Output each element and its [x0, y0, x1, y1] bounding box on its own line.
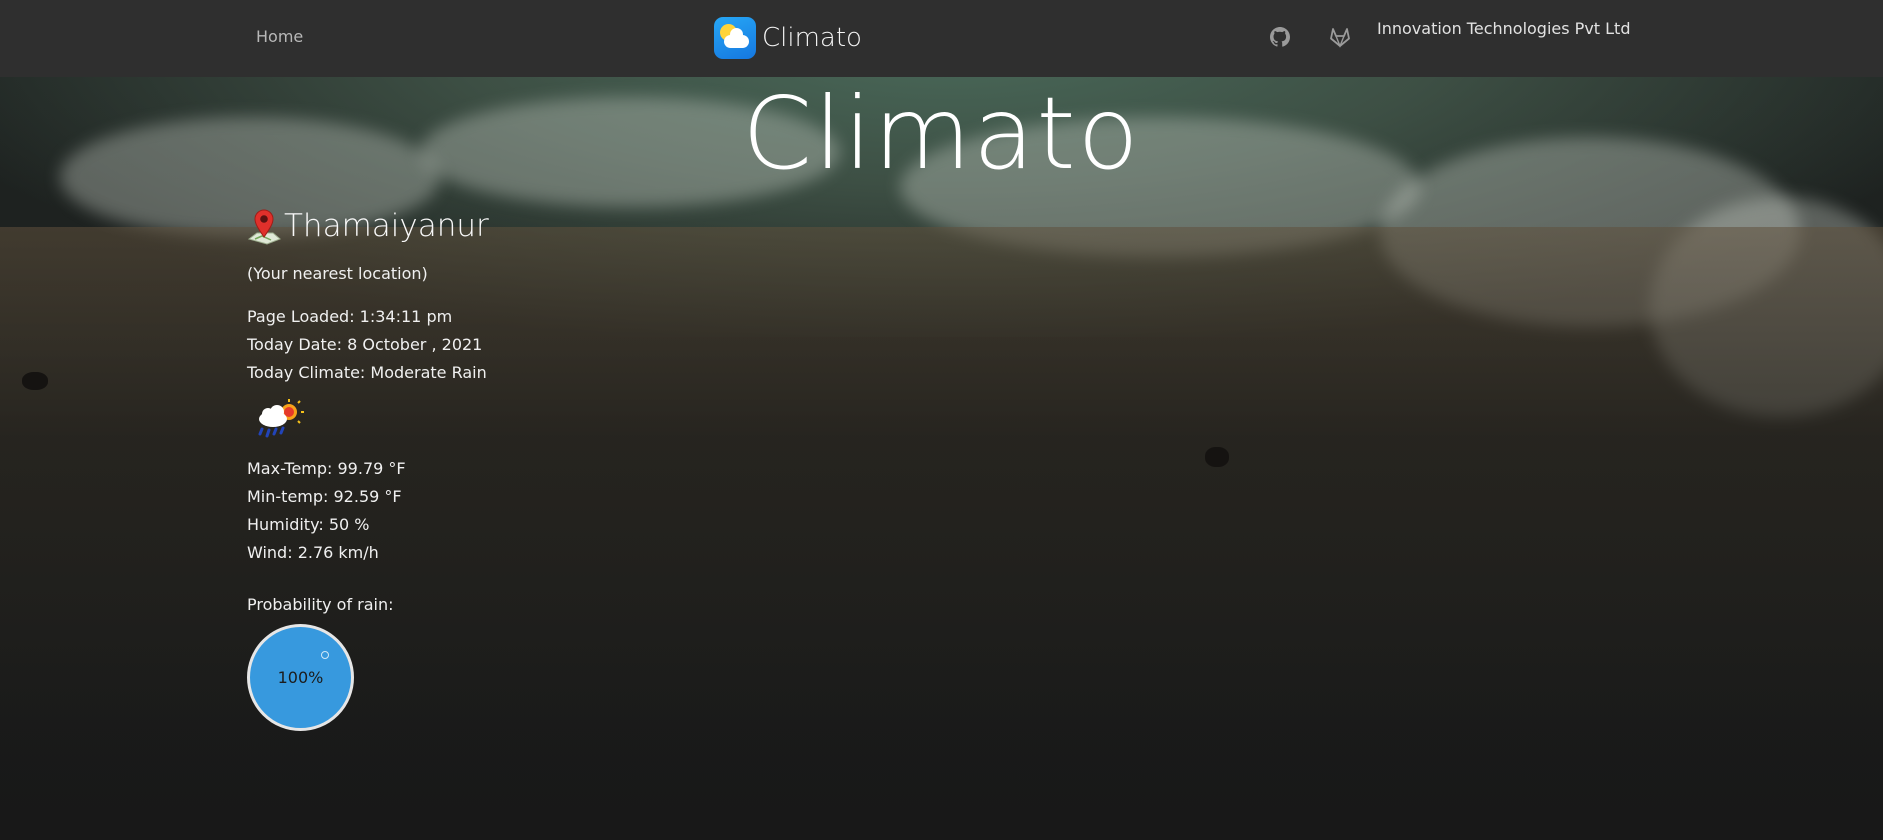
max-temp: Max-Temp: 99.79 °F: [247, 459, 406, 478]
climato-logo-icon: [714, 17, 756, 59]
weather-panel: Thamaiyanur (Your nearest location) Page…: [247, 206, 489, 731]
hero-title: Climato: [742, 75, 1141, 192]
brand-link[interactable]: Climato: [714, 17, 862, 59]
page-loaded-time: Page Loaded: 1:34:11 pm: [247, 307, 453, 326]
gitlab-icon[interactable]: [1328, 25, 1352, 49]
location-note: (Your nearest location): [247, 264, 428, 283]
map-pin-icon: [247, 209, 281, 245]
humidity: Humidity: 50 %: [247, 515, 370, 534]
today-climate: Today Climate: Moderate Rain: [247, 363, 487, 382]
wind-speed: Wind: 2.76 km/h: [247, 543, 379, 562]
rain-probability-value: 100%: [277, 668, 324, 687]
brand-title: Climato: [762, 23, 862, 53]
rain-probability-label: Probability of rain:: [247, 595, 394, 614]
min-temp: Min-temp: 92.59 °F: [247, 487, 402, 506]
github-icon[interactable]: [1268, 25, 1292, 49]
location-name: Thamaiyanur: [284, 208, 489, 244]
rain-probability-gauge: 100%: [247, 624, 354, 731]
company-name: Innovation Technologies Pvt Ltd: [1377, 19, 1631, 38]
rain-sun-cloud-icon: [258, 399, 304, 438]
today-date: Today Date: 8 October , 2021: [247, 335, 483, 354]
nav-home-link[interactable]: Home: [256, 27, 303, 46]
navbar: Home Climato Innovation Technologies Pvt…: [0, 0, 1883, 77]
